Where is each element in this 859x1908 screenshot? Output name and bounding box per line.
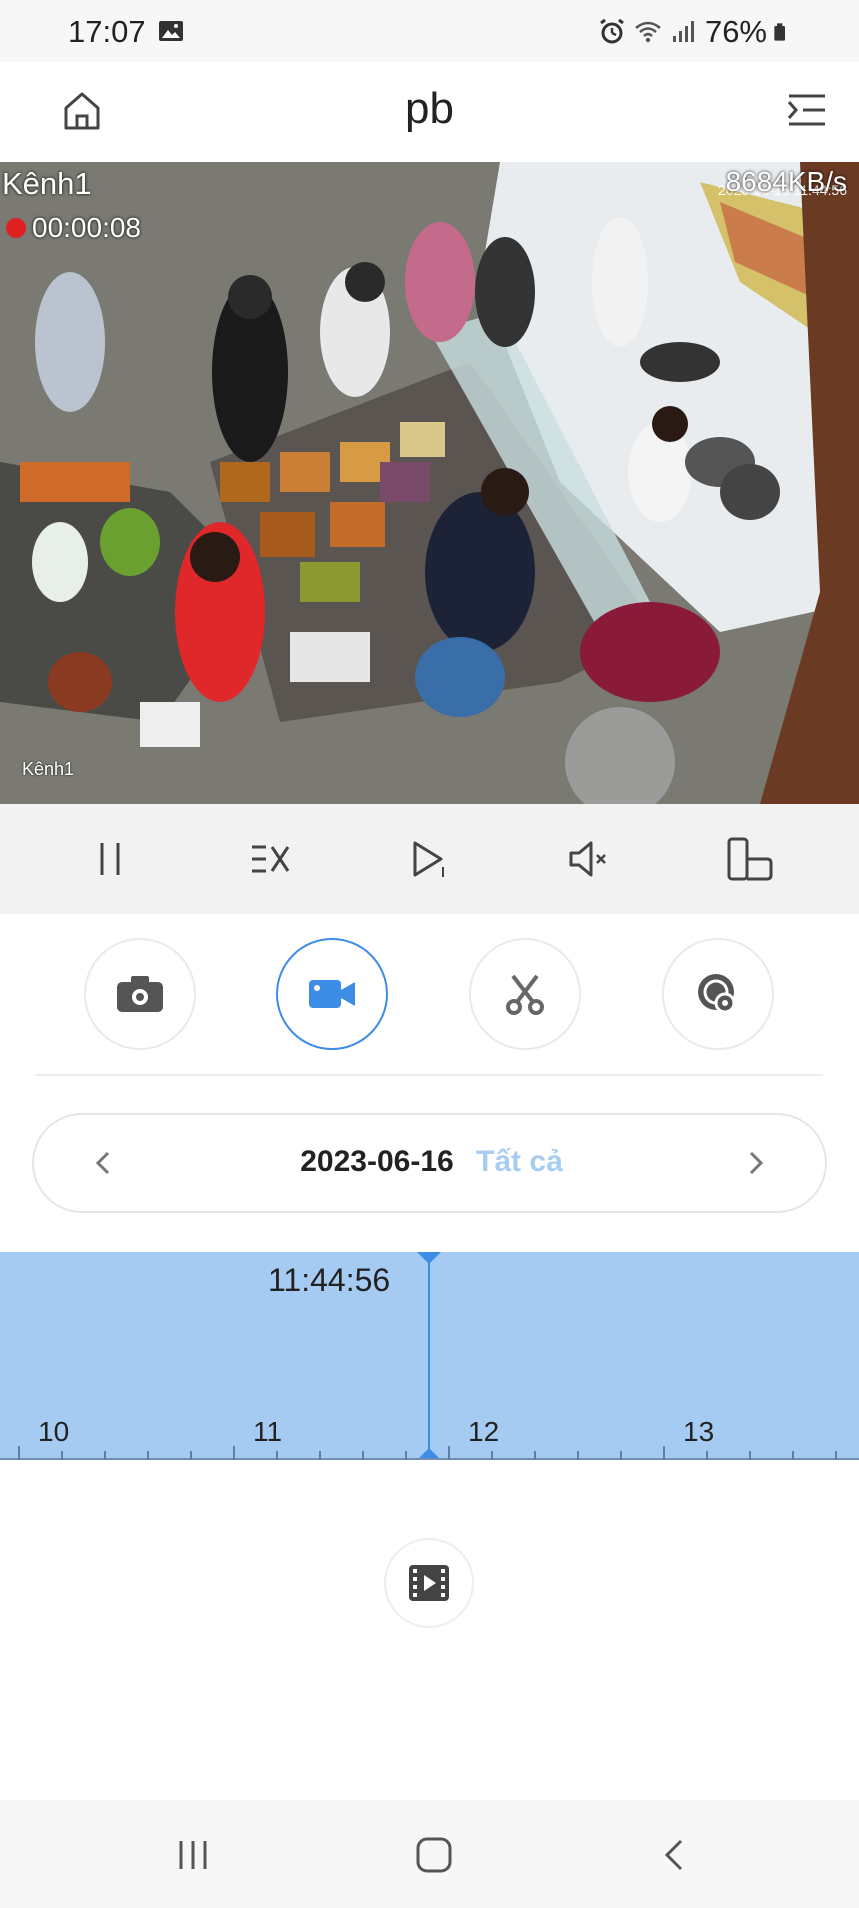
battery-percent: 76% [704, 14, 767, 49]
date-display[interactable]: 2023-06-16 Tất cả [34, 1145, 829, 1179]
recent-apps-button[interactable] [168, 1830, 218, 1880]
timeline-tick [706, 1451, 708, 1460]
timeline-tick [534, 1451, 536, 1460]
timeline-tick [491, 1451, 493, 1460]
status-right-group: 76% [597, 14, 793, 50]
fullscreen-rotate-button[interactable] [717, 827, 781, 891]
player-control-bar [0, 804, 859, 914]
menu-collapse-icon[interactable] [785, 88, 829, 132]
action-buttons-row [0, 938, 859, 1050]
home-nav-button[interactable] [409, 1830, 459, 1880]
speed-icon [251, 845, 289, 873]
record-indicator: 00:00:08 [6, 212, 141, 244]
timeline-tick [749, 1451, 751, 1460]
signal-icon [672, 21, 694, 42]
frame-step-button[interactable] [397, 827, 461, 891]
timeline-tick [319, 1451, 321, 1460]
hour-label-10: 10 [38, 1416, 70, 1447]
fullscreen-rotate-icon [727, 837, 773, 881]
timeline-tick [190, 1451, 192, 1460]
back-nav-icon [664, 1839, 683, 1871]
mute-icon [569, 841, 607, 877]
timeline-tick [792, 1451, 794, 1460]
timeline-cursor[interactable] [428, 1252, 430, 1460]
wifi-icon [635, 21, 661, 43]
back-nav-button[interactable] [650, 1830, 700, 1880]
selected-date: 2023-06-16 [300, 1145, 454, 1178]
timeline-tick [147, 1451, 149, 1460]
clip-scissors-icon [506, 974, 544, 1015]
cursor-top-marker-icon [417, 1252, 441, 1264]
timeline-tick [61, 1451, 63, 1460]
record-video-icon [309, 980, 355, 1008]
record-timer: 00:00:08 [32, 212, 141, 243]
hour-label-12: 12 [468, 1416, 500, 1447]
timeline-tick [620, 1451, 622, 1460]
timeline-ruler [0, 1458, 859, 1460]
status-time: 17:07 [68, 14, 146, 49]
page-title: pb [405, 84, 454, 133]
section-divider [36, 1074, 823, 1076]
frame-step-icon [413, 841, 445, 877]
mute-button[interactable] [557, 827, 621, 891]
pause-button[interactable] [78, 827, 142, 891]
timeline-tick [577, 1451, 579, 1460]
clip-list-button[interactable] [384, 1538, 474, 1628]
alarm-icon [600, 18, 624, 44]
hour-label-11: 11 [253, 1416, 283, 1447]
app-header: pb [0, 62, 859, 162]
timeline-tick [233, 1446, 235, 1460]
recent-apps-icon [179, 1841, 207, 1869]
camera-watermark-label: Kênh1 [22, 759, 75, 779]
playback-search-icon [698, 974, 736, 1014]
snapshot-icon [117, 976, 163, 1012]
timeline-tick [835, 1451, 837, 1460]
timeline-tick [362, 1451, 364, 1460]
video-channel-label: Kênh1 [2, 166, 92, 201]
timeline-tick [18, 1446, 20, 1460]
date-selector: 2023-06-16 Tất cả [32, 1113, 827, 1213]
status-bar: 17:07 76% [0, 0, 859, 62]
record-type-filter[interactable]: Tất cả [476, 1145, 563, 1178]
playback-search-button[interactable] [662, 938, 774, 1050]
timeline-tick [405, 1451, 407, 1460]
hour-label-13: 13 [683, 1416, 715, 1447]
chevron-right-icon[interactable] [735, 1143, 775, 1183]
record-video-button[interactable] [276, 938, 388, 1050]
system-navigation-bar [0, 1800, 859, 1908]
bitrate-readout: 8684KB/s [725, 166, 847, 197]
clip-scissors-button[interactable] [469, 938, 581, 1050]
timeline-tick [104, 1451, 106, 1460]
battery-icon [774, 23, 785, 41]
timeline-tick [663, 1446, 665, 1460]
speed-button[interactable] [238, 827, 302, 891]
video-player[interactable]: Kênh1 00:00:08 2023-06-16 11:44:56 8684K… [0, 162, 859, 804]
timeline-tick [276, 1451, 278, 1460]
camera-feed-image [0, 162, 859, 804]
film-clip-icon [409, 1565, 449, 1601]
pause-icon [100, 843, 120, 875]
timeline-tick [448, 1446, 450, 1460]
record-dot-icon [6, 218, 26, 238]
home-nav-icon [416, 1837, 452, 1873]
playback-timeline[interactable]: 11:44:56 10 11 12 13 [0, 1252, 859, 1460]
timeline-current-time: 11:44:56 [268, 1262, 391, 1298]
gallery-icon [159, 21, 183, 41]
snapshot-button[interactable] [84, 938, 196, 1050]
